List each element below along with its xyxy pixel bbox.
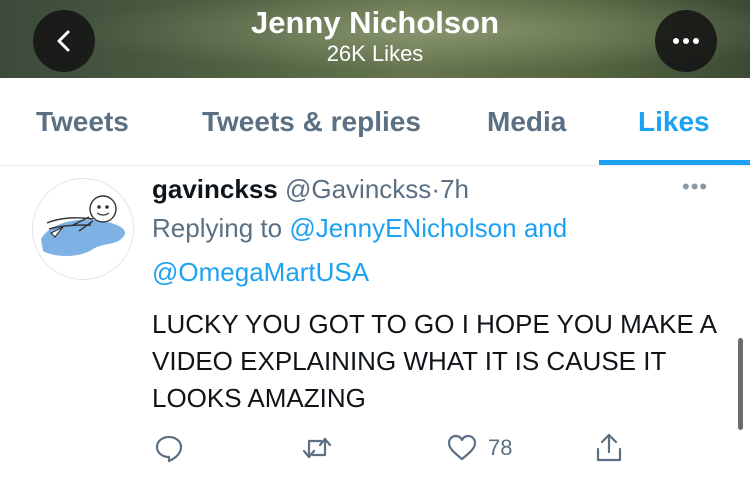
reply-mention-1[interactable]: @JennyENicholson	[289, 213, 516, 243]
profile-name: Jenny Nicholson	[250, 5, 500, 40]
like-button[interactable]: 78	[446, 428, 512, 468]
retweet-button[interactable]	[301, 428, 333, 468]
likes-count: 26K Likes	[326, 41, 424, 66]
tab-tweets-replies[interactable]: Tweets & replies	[202, 106, 421, 138]
replying-to-line: Replying to @JennyENicholson and	[152, 213, 567, 244]
reply-and: and	[523, 213, 568, 243]
avatar[interactable]	[32, 178, 134, 280]
tab-likes[interactable]: Likes	[638, 106, 710, 138]
tweet-separator: ·	[431, 174, 440, 204]
scrollbar[interactable]	[738, 338, 743, 430]
reply-button[interactable]	[154, 428, 184, 468]
like-count: 78	[488, 435, 513, 460]
tweet-time[interactable]: 7h	[440, 174, 469, 204]
tab-media[interactable]: Media	[487, 106, 566, 138]
more-dots-icon	[673, 38, 699, 44]
profile-tabs: Tweets Tweets & replies Media Likes	[0, 78, 750, 166]
avatar-drawing	[41, 195, 126, 256]
active-tab-indicator	[599, 160, 750, 165]
tweet-more-icon[interactable]: •••	[682, 174, 708, 200]
more-button[interactable]	[655, 10, 717, 72]
replying-to-line-2: @OmegaMartUSA	[152, 257, 369, 288]
tweet-text: LUCKY YOU GOT TO GO I HOPE YOU MAKE A VI…	[152, 309, 716, 413]
tab-tweets[interactable]: Tweets	[36, 106, 129, 138]
share-icon	[596, 433, 622, 462]
tweet-handle[interactable]: @Gavinckss	[285, 174, 431, 204]
reply-mention-2[interactable]: @OmegaMartUSA	[152, 257, 369, 287]
tweet-author-line: gavinckss @Gavinckss·7h	[152, 174, 469, 205]
reply-icon	[155, 435, 183, 463]
replying-to-label: Replying to	[152, 213, 283, 243]
share-button[interactable]	[594, 428, 624, 468]
retweet-icon	[302, 437, 332, 459]
heart-icon	[447, 434, 477, 461]
tweet-display-name[interactable]: gavinckss	[152, 174, 278, 204]
